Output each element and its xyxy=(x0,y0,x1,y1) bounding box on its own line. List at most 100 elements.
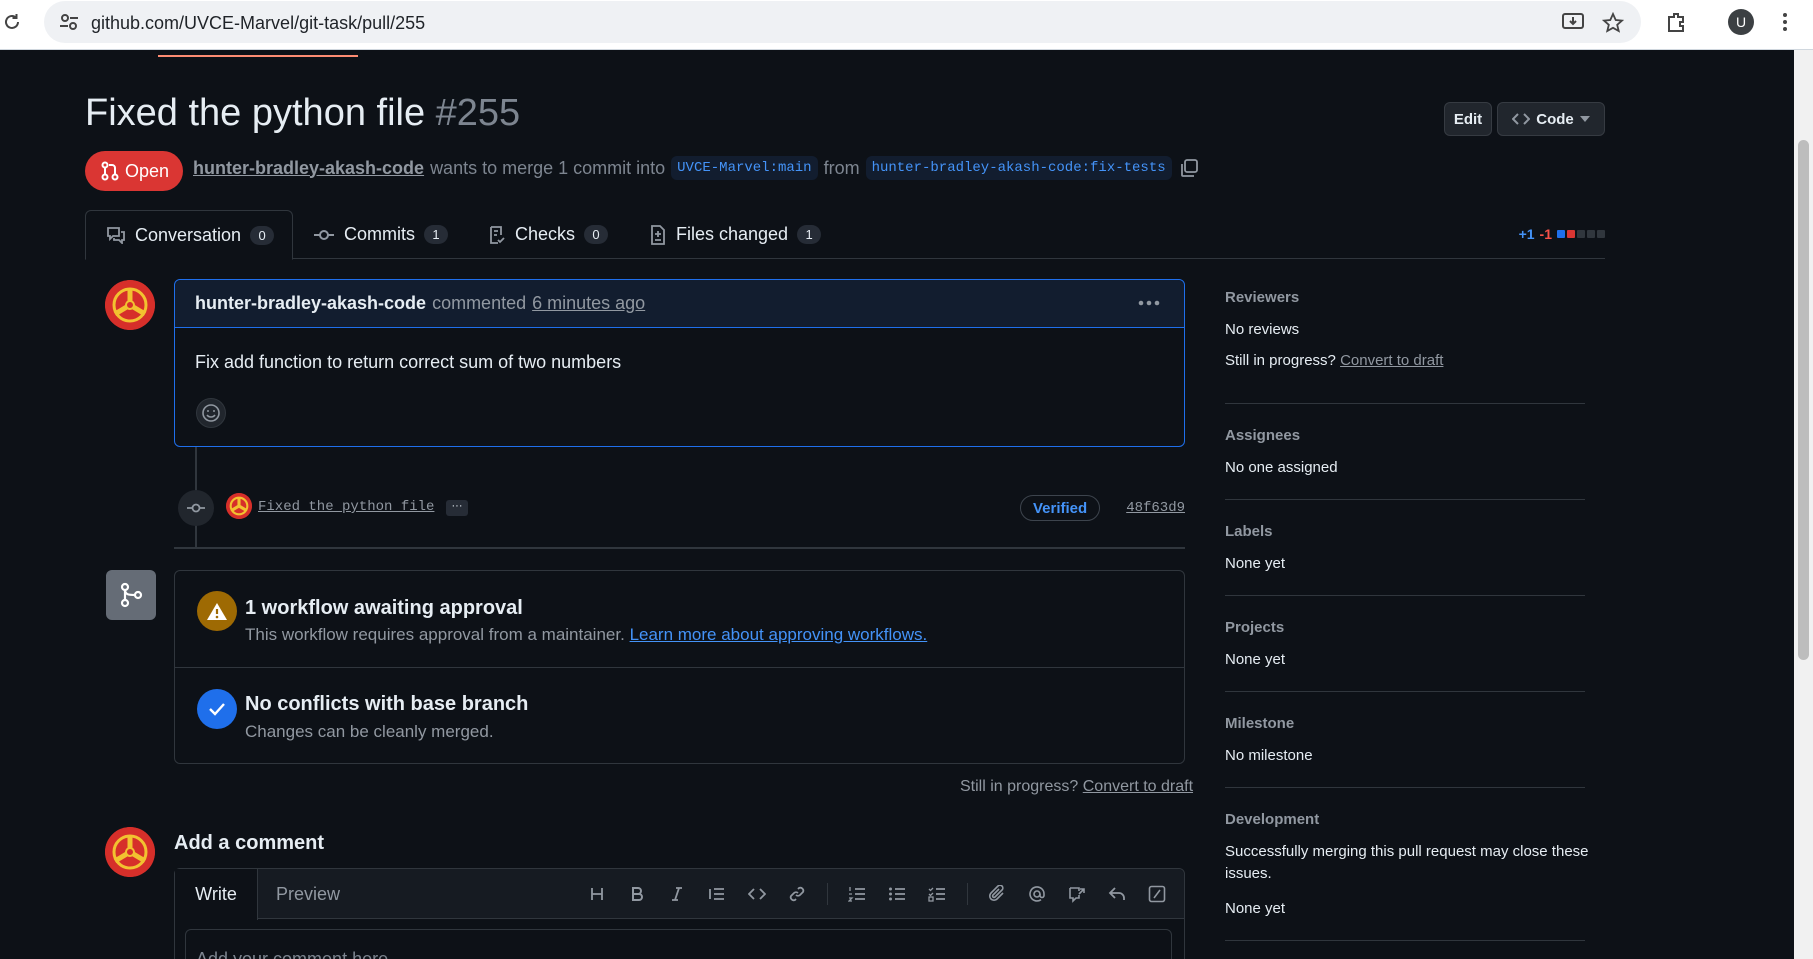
page-scrollbar[interactable] xyxy=(1794,50,1813,959)
convert-to-draft-link[interactable]: Convert to draft xyxy=(1083,778,1193,795)
tab-label: Commits xyxy=(344,224,415,244)
assignees-heading[interactable]: Assignees xyxy=(1225,427,1300,444)
head-branch[interactable]: hunter-bradley-akash-code:fix-tests xyxy=(865,156,1172,180)
reviewers-heading[interactable]: Reviewers xyxy=(1225,289,1299,306)
pr-state-badge: Open xyxy=(85,151,183,191)
comment-textarea[interactable] xyxy=(185,929,1172,959)
quote-icon[interactable] xyxy=(705,882,729,906)
italic-icon[interactable] xyxy=(665,882,689,906)
paperclip-icon[interactable] xyxy=(985,882,1009,906)
bookmark-star-icon[interactable] xyxy=(1602,12,1624,34)
site-info-icon[interactable] xyxy=(58,11,80,33)
code-button[interactable]: Code xyxy=(1497,102,1605,136)
workflow-approval-section: 1 workflow awaiting approval This workfl… xyxy=(175,571,1184,668)
tab-files-changed[interactable]: Files changed 1 xyxy=(649,210,822,259)
timeline-commit-row: Fixed the python file ··· Verified 48f63… xyxy=(178,490,1185,526)
commit-author-avatar[interactable] xyxy=(226,493,252,519)
comment-timestamp[interactable]: 6 minutes ago xyxy=(532,293,645,314)
task-list-icon[interactable] xyxy=(925,882,949,906)
ordered-list-icon[interactable] xyxy=(845,882,869,906)
pr-title-text: Fixed the python file xyxy=(85,92,426,134)
tab-checks[interactable]: Checks 0 xyxy=(488,210,609,259)
mention-icon[interactable] xyxy=(1025,882,1049,906)
cross-reference-icon[interactable] xyxy=(1065,882,1089,906)
extensions-icon[interactable] xyxy=(1665,11,1687,33)
learn-more-link[interactable]: Learn more about approving workflows. xyxy=(630,625,928,644)
check-icon xyxy=(197,689,237,729)
install-app-icon[interactable] xyxy=(1562,12,1584,32)
code-button-label: Code xyxy=(1536,110,1574,128)
unordered-list-icon[interactable] xyxy=(885,882,909,906)
tab-counter: 1 xyxy=(797,225,822,244)
reply-icon[interactable] xyxy=(1105,882,1129,906)
tab-counter: 0 xyxy=(250,225,275,245)
git-commit-icon xyxy=(178,490,214,526)
reload-icon[interactable] xyxy=(2,12,22,32)
commit-sha-link[interactable]: 48f63d9 xyxy=(1126,500,1185,516)
conflicts-section: No conflicts with base branch Changes ca… xyxy=(175,668,1184,765)
base-branch[interactable]: UVCE-Marvel:main xyxy=(671,156,818,180)
git-commit-icon xyxy=(313,228,335,242)
code-icon[interactable] xyxy=(745,882,769,906)
comment-body: Fix add function to return correct sum o… xyxy=(195,352,622,372)
commit-expand-button[interactable]: ··· xyxy=(446,500,468,516)
sidebar-assignees: Assignees No one assigned xyxy=(1225,424,1585,500)
development-heading[interactable]: Development xyxy=(1225,811,1319,828)
tab-counter: 0 xyxy=(584,225,609,244)
url-text[interactable]: github.com/UVCE-Marvel/git-task/pull/255 xyxy=(91,13,425,34)
git-merge-icon xyxy=(106,570,156,620)
tab-counter: 1 xyxy=(424,225,448,244)
comment-author-avatar[interactable] xyxy=(105,280,155,330)
sidebar-convert-to-draft-link[interactable]: Convert to draft xyxy=(1340,352,1443,369)
diff-deletions: -1 xyxy=(1539,226,1552,242)
workflow-subtitle: This workflow requires approval from a m… xyxy=(245,625,928,644)
commit-message-link[interactable]: Fixed the python file xyxy=(258,499,434,515)
tab-conversation[interactable]: Conversation 0 xyxy=(85,210,293,260)
git-pull-request-icon xyxy=(101,161,119,181)
profile-avatar[interactable]: U xyxy=(1728,9,1754,35)
sidebar-projects: Projects None yet xyxy=(1225,616,1585,692)
toolbar-divider xyxy=(967,883,968,905)
milestone-heading[interactable]: Milestone xyxy=(1225,715,1294,732)
comment-author[interactable]: hunter-bradley-akash-code xyxy=(195,293,426,314)
comment-header: hunter-bradley-akash-code commented 6 mi… xyxy=(175,280,1184,328)
add-reaction-button[interactable] xyxy=(196,398,226,428)
copy-icon[interactable] xyxy=(1178,157,1200,179)
merge-text-2: from xyxy=(823,157,860,178)
diffstat-bar xyxy=(1557,230,1605,238)
browser-toolbar: github.com/UVCE-Marvel/git-task/pull/255… xyxy=(0,0,1813,50)
kebab-horizontal-icon[interactable] xyxy=(1138,300,1160,306)
pr-number: #255 xyxy=(435,92,521,134)
scrollbar-thumb[interactable] xyxy=(1798,140,1809,660)
slash-commands-icon[interactable] xyxy=(1145,882,1169,906)
address-bar[interactable]: github.com/UVCE-Marvel/git-task/pull/255 xyxy=(44,1,1641,43)
preview-tab[interactable]: Preview xyxy=(258,869,358,919)
merge-status-box: 1 workflow awaiting approval This workfl… xyxy=(174,570,1185,764)
checklist-icon xyxy=(488,225,506,245)
link-icon[interactable] xyxy=(785,882,809,906)
tab-commits[interactable]: Commits 1 xyxy=(313,210,448,259)
sidebar-reviewers: Reviewers No reviews Still in progress? … xyxy=(1225,285,1585,404)
verified-badge[interactable]: Verified xyxy=(1020,495,1101,521)
labels-heading[interactable]: Labels xyxy=(1225,523,1273,540)
projects-value: None yet xyxy=(1225,651,1286,668)
repo-nav-active-underline xyxy=(158,55,358,57)
heading-icon[interactable] xyxy=(585,882,609,906)
projects-heading[interactable]: Projects xyxy=(1225,619,1284,636)
comment-card: hunter-bradley-akash-code commented 6 mi… xyxy=(174,279,1185,447)
current-user-avatar xyxy=(105,827,155,877)
alert-icon xyxy=(197,591,237,631)
file-diff-icon xyxy=(649,224,667,245)
workflow-title: 1 workflow awaiting approval xyxy=(245,597,523,619)
edit-button[interactable]: Edit xyxy=(1444,102,1492,136)
development-description-2: issues. xyxy=(1225,865,1272,882)
diff-additions: +1 xyxy=(1518,226,1535,242)
bold-icon[interactable] xyxy=(625,882,649,906)
smiley-icon xyxy=(201,403,221,423)
pr-state-label: Open xyxy=(125,160,170,181)
tab-label: Files changed xyxy=(676,224,789,244)
write-tab[interactable]: Write xyxy=(175,869,258,920)
browser-menu-icon[interactable] xyxy=(1782,11,1788,33)
assignees-value: No one assigned xyxy=(1225,459,1338,476)
pr-author-link[interactable]: hunter-bradley-akash-code xyxy=(193,158,424,179)
